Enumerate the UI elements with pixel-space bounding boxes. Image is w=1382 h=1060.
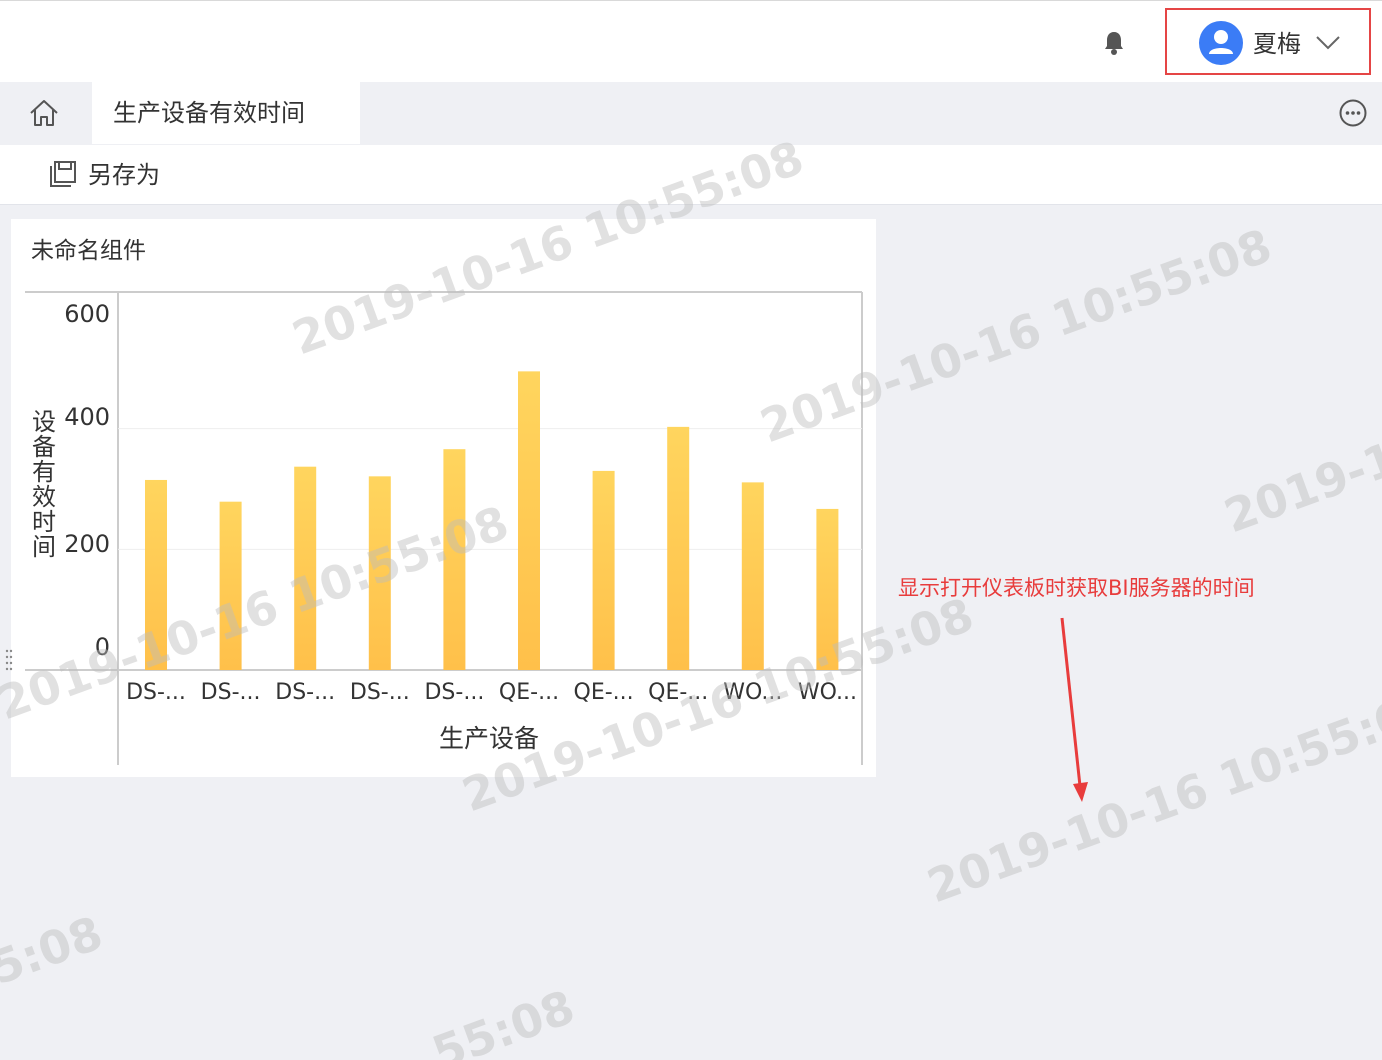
user-name[interactable]: 夏梅 — [1253, 27, 1301, 61]
chevron-down-icon[interactable] — [1314, 31, 1342, 53]
save-icon[interactable] — [48, 159, 78, 189]
more-icon[interactable] — [1338, 98, 1368, 128]
watermark-text: 2019-10-16 10:55:08 — [920, 678, 1382, 913]
user-icon[interactable] — [1199, 21, 1243, 65]
widget-title: 未命名组件 — [31, 238, 146, 264]
save-as-button[interactable]: 另存为 — [88, 158, 160, 192]
drag-handle[interactable] — [4, 648, 14, 676]
watermark-text: 5:08 — [0, 905, 109, 995]
watermark-text: 55:08 — [425, 980, 581, 1060]
toolbar — [0, 145, 1382, 205]
home-button[interactable] — [0, 82, 90, 144]
annotation-text: 显示打开仪表板时获取BI服务器的时间 — [898, 576, 1255, 600]
tab-title[interactable]: 生产设备有效时间 — [113, 96, 305, 130]
chart-widget[interactable] — [11, 219, 876, 777]
bell-icon[interactable] — [1102, 30, 1126, 56]
home-icon[interactable] — [0, 82, 90, 144]
watermark-text: 2019-10 — [1217, 420, 1382, 543]
